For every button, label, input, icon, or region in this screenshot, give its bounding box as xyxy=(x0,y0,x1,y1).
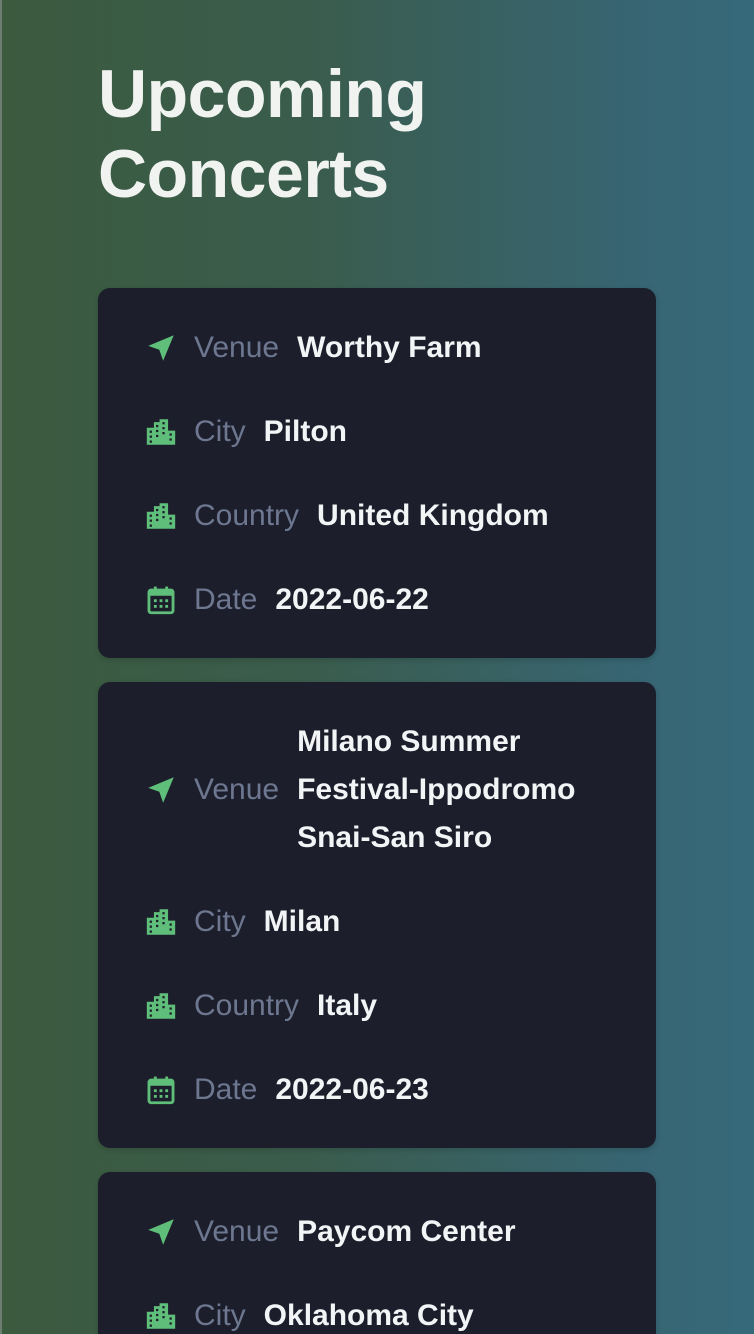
concert-list: Venue Worthy Farm City Pilton Country Un… xyxy=(98,288,656,1334)
city-value: Pilton xyxy=(263,415,347,448)
date-label: Date xyxy=(194,1073,258,1106)
country-row: Country United Kingdom xyxy=(144,492,610,540)
page-edge xyxy=(0,0,2,1334)
date-row: Date 2022-06-23 xyxy=(144,1066,610,1114)
city-icon xyxy=(144,1299,178,1333)
date-value: 2022-06-22 xyxy=(275,583,429,616)
country-label: Country xyxy=(194,989,300,1022)
concert-card[interactable]: Venue Milano Summer Festival-Ippodromo S… xyxy=(98,682,656,1148)
city-row: City Pilton xyxy=(144,408,610,456)
city-label: City xyxy=(194,415,246,448)
date-value: 2022-06-23 xyxy=(275,1073,429,1106)
venue-row: Venue Milano Summer Festival-Ippodromo S… xyxy=(144,718,610,862)
concerts-page: Upcoming Concerts Venue Worthy Farm City… xyxy=(98,0,656,1334)
venue-row: Venue Paycom Center xyxy=(144,1208,610,1256)
location-arrow-icon xyxy=(144,773,178,807)
date-label: Date xyxy=(194,583,258,616)
venue-label: Venue xyxy=(194,773,280,806)
concert-card[interactable]: Venue Paycom Center City Oklahoma City xyxy=(98,1172,656,1334)
date-row: Date 2022-06-22 xyxy=(144,576,610,624)
venue-value: Milano Summer Festival-Ippodromo Snai-Sa… xyxy=(297,725,576,854)
location-arrow-icon xyxy=(144,1215,178,1249)
country-value: Italy xyxy=(317,989,378,1022)
venue-value: Paycom Center xyxy=(297,1215,516,1248)
city-icon xyxy=(144,989,178,1023)
country-label: Country xyxy=(194,499,300,532)
calendar-icon xyxy=(144,1073,178,1107)
country-row: Country Italy xyxy=(144,982,610,1030)
city-row: City Milan xyxy=(144,898,610,946)
city-icon xyxy=(144,905,178,939)
city-value: Milan xyxy=(263,905,341,938)
concert-card[interactable]: Venue Worthy Farm City Pilton Country Un… xyxy=(98,288,656,658)
venue-label: Venue xyxy=(194,1215,280,1248)
city-icon xyxy=(144,415,178,449)
venue-value: Worthy Farm xyxy=(297,331,482,364)
country-value: United Kingdom xyxy=(317,499,549,532)
venue-row: Venue Worthy Farm xyxy=(144,324,610,372)
venue-label: Venue xyxy=(194,331,280,364)
city-value: Oklahoma City xyxy=(263,1299,474,1332)
city-label: City xyxy=(194,1299,246,1332)
city-label: City xyxy=(194,905,246,938)
location-arrow-icon xyxy=(144,331,178,365)
city-row: City Oklahoma City xyxy=(144,1292,610,1334)
page-title: Upcoming Concerts xyxy=(98,56,427,212)
city-icon xyxy=(144,499,178,533)
calendar-icon xyxy=(144,583,178,617)
